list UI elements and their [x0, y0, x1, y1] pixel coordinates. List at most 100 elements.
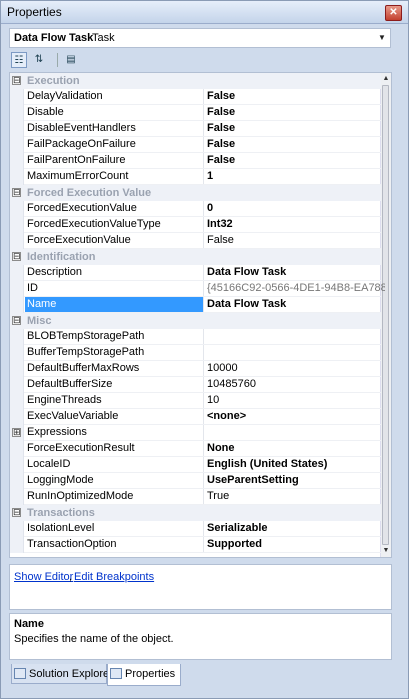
category-header[interactable]: ⊟ Execution	[10, 73, 381, 89]
property-value[interactable]	[203, 329, 385, 344]
property-value[interactable]: 1	[203, 169, 385, 184]
property-row[interactable]: ForcedExecutionValue 0	[10, 201, 381, 217]
property-name[interactable]: Expressions	[25, 425, 203, 440]
property-row[interactable]: EngineThreads 10	[10, 393, 381, 409]
property-value[interactable]: Serializable	[203, 521, 385, 536]
property-row[interactable]: Name Data Flow Task	[10, 297, 381, 313]
property-value[interactable]: 10000	[203, 361, 385, 376]
property-name[interactable]: DelayValidation	[25, 89, 203, 104]
property-value[interactable]: 10	[203, 393, 385, 408]
property-value[interactable]: False	[203, 153, 385, 168]
close-button[interactable]: ✕	[385, 5, 402, 21]
category-header[interactable]: ⊟ Forced Execution Value	[10, 185, 381, 201]
property-name[interactable]: TransactionOption	[25, 537, 203, 552]
category-header[interactable]: ⊟ Misc	[10, 313, 381, 329]
property-row[interactable]: ForcedExecutionValueType Int32	[10, 217, 381, 233]
categorized-icon[interactable]: ☷	[11, 52, 27, 68]
property-row[interactable]: ⊞ Expressions	[10, 425, 381, 441]
property-pages-icon[interactable]: ▤	[63, 52, 79, 68]
property-name[interactable]: FailPackageOnFailure	[25, 137, 203, 152]
chevron-down-icon[interactable]: ▼	[376, 31, 388, 45]
property-row[interactable]: ForceExecutionValue False	[10, 233, 381, 249]
tab-solution-explorer[interactable]: Solution Explorer	[11, 664, 113, 684]
commands-pane: Show Editor , Edit Breakpoints	[9, 564, 392, 610]
property-value[interactable]: False	[203, 121, 385, 136]
property-row[interactable]: DefaultBufferMaxRows 10000	[10, 361, 381, 377]
property-value[interactable]: False	[203, 233, 385, 248]
collapse-icon[interactable]: ⊟	[12, 188, 21, 197]
property-name[interactable]: ForceExecutionValue	[25, 233, 203, 248]
property-name[interactable]: RunInOptimizedMode	[25, 489, 203, 504]
property-name[interactable]: ForcedExecutionValue	[25, 201, 203, 216]
property-row[interactable]: DefaultBufferSize 10485760	[10, 377, 381, 393]
title-bar[interactable]: Properties ✕	[1, 1, 408, 24]
property-value[interactable]: <none>	[203, 409, 385, 424]
property-row[interactable]: DelayValidation False	[10, 89, 381, 105]
property-name[interactable]: BLOBTempStoragePath	[25, 329, 203, 344]
property-name[interactable]: Description	[25, 265, 203, 280]
property-value[interactable]: Data Flow Task	[203, 297, 385, 312]
category-header[interactable]: ⊟ Identification	[10, 249, 381, 265]
property-name[interactable]: ID	[25, 281, 203, 296]
property-name[interactable]: LocaleID	[25, 457, 203, 472]
property-name[interactable]: EngineThreads	[25, 393, 203, 408]
scroll-up-arrow[interactable]: ▲	[381, 74, 391, 84]
property-row[interactable]: BLOBTempStoragePath	[10, 329, 381, 345]
property-name[interactable]: BufferTempStoragePath	[25, 345, 203, 360]
collapse-icon[interactable]: ⊟	[12, 316, 21, 325]
property-value[interactable]: False	[203, 89, 385, 104]
property-grid[interactable]: ▲ ▼ ⊟ Execution DelayValidation False Disabl…	[9, 72, 392, 558]
property-name[interactable]: FailParentOnFailure	[25, 153, 203, 168]
property-row[interactable]: LocaleID English (United States)	[10, 457, 381, 473]
property-name[interactable]: DisableEventHandlers	[25, 121, 203, 136]
property-row[interactable]: ID{45166C92-0566-4DE1-94B8-EA7885C25	[10, 281, 385, 297]
property-row[interactable]: ExecValueVariable <none>	[10, 409, 381, 425]
property-row[interactable]: DisableEventHandlers False	[10, 121, 381, 137]
sort-alphabetical-icon[interactable]: ⇅	[31, 52, 47, 68]
property-value[interactable]	[203, 425, 385, 440]
property-row[interactable]: IsolationLevel Serializable	[10, 521, 381, 537]
expand-icon[interactable]: ⊞	[12, 428, 21, 437]
property-row[interactable]: MaximumErrorCount 1	[10, 169, 381, 185]
property-value[interactable]	[203, 345, 385, 360]
tab-properties[interactable]: Properties	[107, 664, 181, 686]
property-row[interactable]: TransactionOption Supported	[10, 537, 381, 553]
property-name[interactable]: ForcedExecutionValueType	[25, 217, 203, 232]
show-editor-link[interactable]: Show Editor	[14, 571, 73, 583]
edit-breakpoints-link[interactable]: Edit Breakpoints	[74, 571, 154, 583]
property-name[interactable]: IsolationLevel	[25, 521, 203, 536]
property-row[interactable]: RunInOptimizedMode True	[10, 489, 381, 505]
category-header[interactable]: ⊟ Transactions	[10, 505, 381, 521]
property-name[interactable]: DefaultBufferMaxRows	[25, 361, 203, 376]
property-row[interactable]: FailPackageOnFailure False	[10, 137, 381, 153]
property-row[interactable]: Description Data Flow Task	[10, 265, 381, 281]
object-selector[interactable]: Data Flow Task Task ▼	[9, 28, 391, 48]
property-value[interactable]: False	[203, 137, 385, 152]
property-row[interactable]: LoggingMode UseParentSetting	[10, 473, 381, 489]
property-row[interactable]: Disable False	[10, 105, 381, 121]
property-row[interactable]: FailParentOnFailure False	[10, 153, 381, 169]
property-name[interactable]: Name	[25, 297, 203, 312]
property-value[interactable]: None	[203, 441, 385, 456]
collapse-icon[interactable]: ⊟	[12, 76, 21, 85]
property-value[interactable]: False	[203, 105, 385, 120]
property-row[interactable]: ForceExecutionResult None	[10, 441, 381, 457]
property-name[interactable]: LoggingMode	[25, 473, 203, 488]
property-name[interactable]: Disable	[25, 105, 203, 120]
property-name[interactable]: ForceExecutionResult	[25, 441, 203, 456]
row-gutter	[10, 153, 24, 169]
property-value[interactable]: Data Flow Task	[203, 265, 385, 280]
property-value[interactable]: Int32	[203, 217, 385, 232]
collapse-icon[interactable]: ⊟	[12, 508, 21, 517]
property-value[interactable]: 10485760	[203, 377, 385, 392]
property-name[interactable]: ExecValueVariable	[25, 409, 203, 424]
property-value[interactable]: True	[203, 489, 385, 504]
property-value[interactable]: UseParentSetting	[203, 473, 385, 488]
property-name[interactable]: MaximumErrorCount	[25, 169, 203, 184]
property-row[interactable]: BufferTempStoragePath	[10, 345, 381, 361]
collapse-icon[interactable]: ⊟	[12, 252, 21, 261]
property-name[interactable]: DefaultBufferSize	[25, 377, 203, 392]
property-value[interactable]: Supported	[203, 537, 385, 552]
property-value[interactable]: English (United States)	[203, 457, 385, 472]
property-value[interactable]: 0	[203, 201, 385, 216]
